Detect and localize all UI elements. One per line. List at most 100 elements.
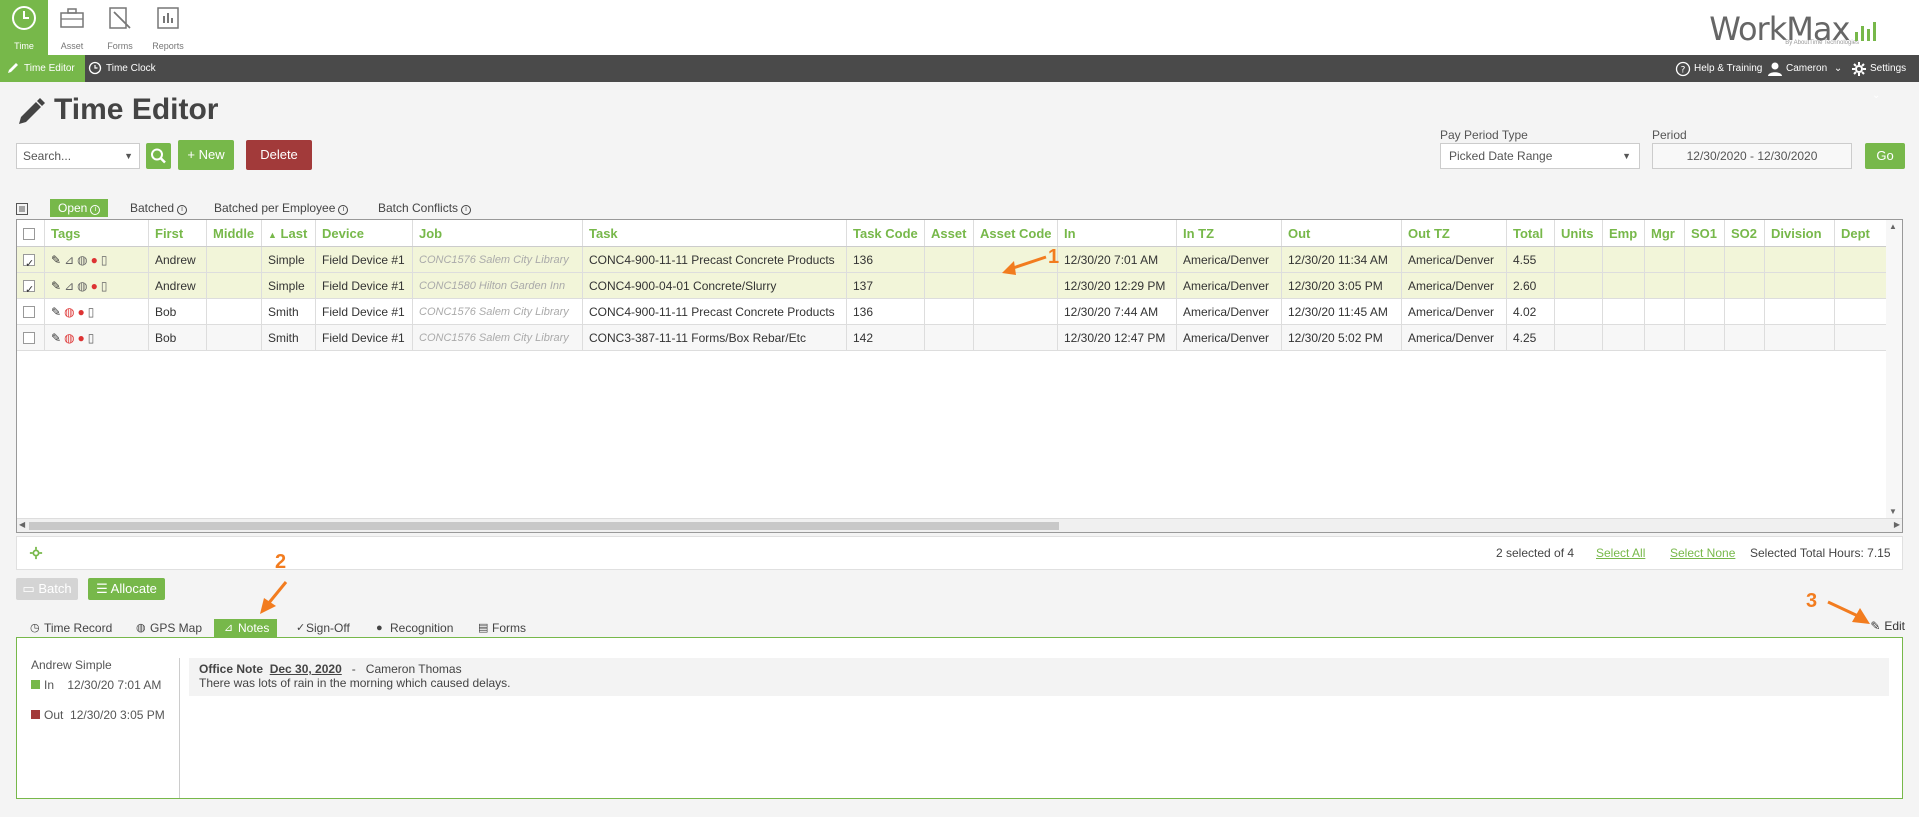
table-row[interactable]: ✎⊿◍●▯ Andrew Simple Field Device #1 CONC… xyxy=(17,247,1887,273)
briefcase-icon xyxy=(60,8,84,28)
col-units[interactable]: Units xyxy=(1555,220,1603,246)
table-row[interactable]: ✎ ◍ ● ▯ Bob Smith Field Device #1 CONC1576 … xyxy=(17,299,1887,325)
col-division[interactable]: Division xyxy=(1765,220,1835,246)
note-date: Dec 30, 2020 xyxy=(269,662,342,676)
tab-notes[interactable]: ⊿ Notes xyxy=(214,619,278,637)
middle-cell xyxy=(207,299,262,324)
note-header: Office Note Dec 30, 2020 - Cameron Thoma… xyxy=(199,662,1879,676)
col-emp[interactable]: Emp xyxy=(1603,220,1645,246)
annotation-3: 3 xyxy=(1806,590,1818,612)
col-out[interactable]: Out xyxy=(1282,220,1402,246)
tab-forms[interactable]: ▤ Forms xyxy=(476,619,530,637)
forms-icon: ⊿ xyxy=(64,253,75,267)
asset-cell xyxy=(925,247,974,272)
tab-batched-per-employee[interactable]: Batched per Employee i xyxy=(210,199,352,217)
col-tags[interactable]: Tags xyxy=(45,220,149,246)
horizontal-scrollbar[interactable]: ◀ ▶ xyxy=(17,518,1902,532)
tab-open[interactable]: Open i xyxy=(50,199,109,217)
col-device[interactable]: Device xyxy=(316,220,413,246)
col-total[interactable]: Total xyxy=(1507,220,1555,246)
table-row[interactable]: ✎⊿◍●▯ Andrew Simple Field Device #1 CONC… xyxy=(17,273,1887,299)
globe-icon: ◍ xyxy=(77,253,88,267)
office-note: Office Note Dec 30, 2020 - Cameron Thoma… xyxy=(189,658,1889,696)
row-checkbox[interactable] xyxy=(23,251,35,272)
pay-period-type-select[interactable]: Picked Date Range ▼ xyxy=(1440,143,1640,169)
tab-time-clock[interactable]: Time Clock xyxy=(82,55,166,82)
settings-menu[interactable]: Settings ⌄ xyxy=(1848,55,1919,101)
col-in-tz[interactable]: In TZ xyxy=(1177,220,1282,246)
row-select-cell[interactable] xyxy=(17,247,45,272)
dept-cell xyxy=(1835,299,1887,324)
batch-button[interactable]: ▭ Batch xyxy=(16,578,78,600)
so2-cell xyxy=(1725,273,1765,298)
sub-nav: Time Editor Time Clock ? Help & Training… xyxy=(0,55,1919,101)
scroll-left-icon[interactable]: ◀ xyxy=(19,520,25,529)
list-icon[interactable] xyxy=(16,203,28,215)
vertical-scrollbar[interactable]: ▲ ▼ xyxy=(1886,220,1902,518)
help-training-link[interactable]: ? Help & Training xyxy=(1672,55,1762,82)
select-all-checkbox[interactable] xyxy=(23,227,35,240)
batch-icon: ▭ xyxy=(22,581,35,596)
last-cell: Smith xyxy=(262,299,316,324)
clock-out-row: Out 12/30/20 3:05 PM xyxy=(31,708,165,722)
col-first[interactable]: First xyxy=(149,220,207,246)
col-asset[interactable]: Asset xyxy=(925,220,974,246)
dept-cell xyxy=(1835,247,1887,272)
row-checkbox[interactable] xyxy=(23,331,35,344)
so2-cell xyxy=(1725,299,1765,324)
tab-time-editor[interactable]: Time Editor xyxy=(0,55,85,82)
allocate-button[interactable]: ☰ Allocate xyxy=(88,578,165,600)
period-input[interactable]: 12/30/2020 - 12/30/2020 xyxy=(1652,143,1852,169)
col-out-tz[interactable]: Out TZ xyxy=(1402,220,1507,246)
col-task-code[interactable]: Task Code xyxy=(847,220,925,246)
select-all-link[interactable]: Select All xyxy=(1596,546,1645,560)
select-none-link[interactable]: Select None xyxy=(1670,546,1735,560)
horizontal-scroll-thumb[interactable] xyxy=(29,522,1059,530)
go-button[interactable]: Go xyxy=(1865,143,1905,169)
pencil-icon xyxy=(19,98,45,124)
col-job[interactable]: Job xyxy=(413,220,583,246)
nav-forms[interactable]: Forms xyxy=(96,0,144,55)
search-input[interactable]: Search... ▼ xyxy=(16,143,140,169)
tab-batched[interactable]: Batched i xyxy=(126,199,191,217)
nav-reports[interactable]: Reports xyxy=(144,0,192,55)
col-in[interactable]: In xyxy=(1058,220,1177,246)
user-menu[interactable]: Cameron ⌄ xyxy=(1764,55,1842,82)
edit-button[interactable]: ✎ Edit xyxy=(1868,619,1905,633)
info-icon: i xyxy=(338,205,349,215)
row-checkbox[interactable] xyxy=(23,305,35,318)
scroll-right-icon[interactable]: ▶ xyxy=(1894,520,1900,529)
col-so2[interactable]: SO2 xyxy=(1725,220,1765,246)
clock-in-row: In 12/30/20 7:01 AM xyxy=(31,678,165,692)
select-all-cell[interactable] xyxy=(17,220,45,246)
new-button[interactable]: + New xyxy=(178,140,234,170)
delete-button[interactable]: Delete xyxy=(246,140,312,170)
notes-icon: ⊿ xyxy=(224,622,234,634)
tab-gps-map[interactable]: ◍ GPS Map xyxy=(134,619,206,637)
tab-time-record[interactable]: ◷ Time Record xyxy=(28,619,116,637)
col-middle[interactable]: Middle xyxy=(207,220,262,246)
row-select-cell[interactable] xyxy=(17,299,45,324)
row-checkbox[interactable] xyxy=(23,277,35,298)
tab-recognition[interactable]: ● Recognition xyxy=(374,619,457,637)
table-row[interactable]: ✎ ◍ ● ▯ Bob Smith Field Device #1 CONC1576 … xyxy=(17,325,1887,351)
col-asset-code[interactable]: Asset Code xyxy=(974,220,1058,246)
col-mgr[interactable]: Mgr xyxy=(1645,220,1685,246)
row-select-cell[interactable] xyxy=(17,325,45,350)
units-cell xyxy=(1555,325,1603,350)
tab-sign-off[interactable]: ✓ Sign-Off xyxy=(292,619,354,637)
gear-icon[interactable] xyxy=(29,546,43,560)
row-select-cell[interactable] xyxy=(17,273,45,298)
col-task[interactable]: Task xyxy=(583,220,847,246)
scroll-down-icon[interactable]: ▼ xyxy=(1889,507,1897,516)
tab-batch-conflicts[interactable]: Batch Conflicts i xyxy=(374,199,475,217)
so2-cell xyxy=(1725,247,1765,272)
nav-asset[interactable]: Asset xyxy=(48,0,96,55)
scroll-up-icon[interactable]: ▲ xyxy=(1889,222,1897,231)
search-button[interactable] xyxy=(146,143,171,169)
nav-time[interactable]: Time xyxy=(0,0,48,55)
col-dept[interactable]: Dept xyxy=(1835,220,1887,246)
col-so1[interactable]: SO1 xyxy=(1685,220,1725,246)
mgr-cell xyxy=(1645,325,1685,350)
col-last[interactable]: ▲ Last xyxy=(262,220,316,246)
